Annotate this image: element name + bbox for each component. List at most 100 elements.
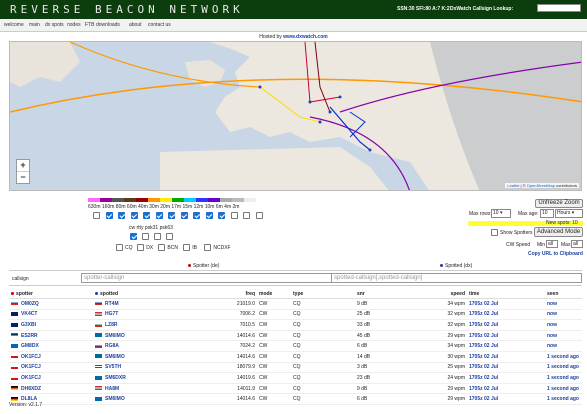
- show-spotters-checkbox[interactable]: [491, 229, 498, 236]
- osm-link[interactable]: OpenStreetMap: [527, 183, 555, 188]
- cell-spotted[interactable]: SM6DXR: [93, 372, 185, 384]
- cell-time[interactable]: 1705z 02 Jul: [467, 319, 545, 331]
- col-snr[interactable]: snr: [355, 289, 409, 299]
- cell-spotter[interactable]: ES2RR: [9, 330, 93, 342]
- band-checkbox[interactable]: [218, 212, 225, 219]
- mode-checkbox[interactable]: [166, 233, 173, 240]
- table-row[interactable]: VK4CT HG7T 7006.2 CW CQ 25 dB 32 wpm 1705z 02 J…: [9, 309, 582, 321]
- max-age-unit-select[interactable]: Hours ▾: [555, 209, 583, 218]
- band-checkbox[interactable]: [143, 212, 150, 219]
- col-speed[interactable]: speed: [409, 289, 467, 299]
- type-checkbox[interactable]: [158, 244, 166, 251]
- band-checkbox[interactable]: [93, 212, 100, 219]
- col-spotter[interactable]: spotter: [9, 289, 93, 299]
- max-age-value-select[interactable]: 10: [540, 209, 554, 218]
- band-checkbox[interactable]: [205, 212, 213, 219]
- nav-welcome[interactable]: welcome: [4, 22, 24, 28]
- cell-spotted[interactable]: RT4M: [93, 298, 185, 310]
- cw-min-input[interactable]: all: [546, 240, 558, 248]
- cell-spotted[interactable]: LZ8R: [93, 319, 185, 331]
- nav-dx-spots[interactable]: dx spots: [45, 22, 64, 28]
- cell-spotted[interactable]: HG7T: [93, 309, 185, 321]
- col-time[interactable]: time: [467, 289, 545, 299]
- band-checkbox[interactable]: [118, 212, 125, 219]
- cell-time[interactable]: 1705z 02 Jul: [467, 351, 545, 363]
- band-checkbox[interactable]: [255, 212, 263, 219]
- band-checkbox[interactable]: [130, 212, 138, 219]
- nav-about[interactable]: about: [129, 22, 142, 28]
- flag-icon: [11, 365, 18, 370]
- mode-checkbox[interactable]: [142, 233, 149, 240]
- cell-spotter[interactable]: G3XBI: [9, 319, 93, 331]
- cell-time[interactable]: 1705z 02 Jul: [467, 298, 545, 310]
- mode-checkbox[interactable]: [154, 233, 161, 240]
- cell-spotter[interactable]: DH8XDZ: [9, 383, 93, 395]
- mode-checkbox[interactable]: [130, 233, 137, 240]
- zoom-in-button[interactable]: +: [17, 160, 29, 171]
- col-mode[interactable]: mode: [257, 289, 291, 299]
- nav-nodes[interactable]: nodes: [67, 22, 81, 28]
- band-checkbox[interactable]: [230, 212, 238, 219]
- cell-spotter[interactable]: OK1FCJ: [9, 351, 93, 363]
- site-logo[interactable]: REVERSE BEACON NETWORK: [10, 3, 244, 16]
- dxwatch-link[interactable]: www.dxwatch.com: [283, 34, 328, 40]
- cell-spotter[interactable]: OM0ZQ: [9, 298, 93, 310]
- cell-time[interactable]: 1705z 02 Jul: [467, 362, 545, 374]
- cell-spotter[interactable]: OK1FCJ: [9, 372, 93, 384]
- spotted-callsign-input[interactable]: spotted-callsign[,spotted-callsign]: [331, 273, 582, 283]
- cell-seen: 1 second ago: [545, 372, 582, 384]
- type-checkbox[interactable]: [116, 244, 123, 251]
- nav-contact-us[interactable]: contact us: [148, 22, 171, 28]
- cell-time[interactable]: 1705z 02 Jul: [467, 393, 545, 405]
- cell-spotter[interactable]: GM8DX: [9, 340, 93, 352]
- table-row[interactable]: ES2RR SM6IMO 14014.6 CW CQ 45 dB 29 wpm 1705z 0…: [9, 330, 582, 342]
- type-checkbox[interactable]: [137, 244, 145, 251]
- copy-url-link[interactable]: Copy URL to Clipboard: [528, 251, 583, 257]
- zoom-out-button[interactable]: −: [17, 171, 29, 183]
- cell-time[interactable]: 1705z 02 Jul: [467, 309, 545, 321]
- cell-time[interactable]: 1705z 02 Jul: [467, 372, 545, 384]
- col-spotted[interactable]: spotted: [93, 289, 185, 299]
- table-row[interactable]: G3XBI LZ8R 7010.5 CW CQ 33 dB 32 wpm 1705z 02 J…: [9, 319, 582, 331]
- table-row[interactable]: OK1FCJ SV5TH 18079.9 CW CQ 3 dB 25 wpm 1705z 02…: [9, 362, 582, 374]
- cell-time[interactable]: 1705z 02 Jul: [467, 383, 545, 395]
- band-checkbox[interactable]: [193, 212, 200, 219]
- nav-downloads[interactable]: downloads: [96, 22, 120, 28]
- band-checkbox[interactable]: [180, 212, 188, 219]
- dx-lookup-input[interactable]: [537, 4, 581, 12]
- type-checkbox[interactable]: [204, 244, 212, 251]
- cell-spotted[interactable]: SV5TH: [93, 362, 185, 374]
- table-row[interactable]: DL8LA SM6IMO 14014.6 CW CQ 6 dB 29 wpm 1705z 02…: [9, 393, 582, 405]
- table-row[interactable]: DH8XDZ HA8M 14011.9 CW CQ 9 dB 29 wpm 1705z 02 …: [9, 383, 582, 395]
- table-row[interactable]: OK1FCJ SM6IMO 14014.6 CW CQ 14 dB 30 wpm 1705z …: [9, 351, 582, 363]
- band-checkbox[interactable]: [155, 212, 163, 219]
- col-freq[interactable]: freq: [185, 289, 257, 299]
- cell-spotted[interactable]: SM6IMO: [93, 351, 185, 363]
- col-type[interactable]: type: [291, 289, 355, 299]
- cell-time[interactable]: 1705z 02 Jul: [467, 330, 545, 342]
- table-row[interactable]: OK1FCJ SM6DXR 14019.6 CW CQ 23 dB 24 wpm 1705z …: [9, 372, 582, 384]
- max-rows-select[interactable]: 10 ▾: [491, 209, 511, 218]
- cell-spotted[interactable]: HA8M: [93, 383, 185, 395]
- band-checkbox[interactable]: [168, 212, 175, 219]
- cell-spotter[interactable]: VK4CT: [9, 309, 93, 321]
- nav-ftb[interactable]: FTB: [85, 22, 94, 28]
- type-checkbox[interactable]: [183, 244, 191, 251]
- table-row[interactable]: OM0ZQ RT4M 21019.0 CW CQ 9 dB 34 wpm 1705z 02 J…: [9, 298, 582, 310]
- spotter-callsign-input[interactable]: spotter-callsign: [81, 273, 339, 283]
- cell-spotted[interactable]: RG8A: [93, 340, 185, 352]
- band-checkbox[interactable]: [243, 212, 250, 219]
- cell-spotted[interactable]: SM6IMO: [93, 330, 185, 342]
- spot-map[interactable]: + − Leaflet | © OpenStreetMap contributo…: [9, 41, 582, 191]
- col-seen[interactable]: seen: [545, 289, 582, 299]
- cell-spotter[interactable]: OK1FCJ: [9, 362, 93, 374]
- table-row[interactable]: GM8DX RG8A 7024.2 CW CQ 6 dB 34 wpm 1705z 02 Ju…: [9, 340, 582, 352]
- cell-time[interactable]: 1705z 02 Jul: [467, 340, 545, 352]
- cell-spotted[interactable]: SM6IMO: [93, 393, 185, 405]
- unfreeze-zoom-button[interactable]: Unfreeze Zoom: [535, 199, 583, 208]
- advanced-mode-button[interactable]: Advanced Mode: [534, 227, 583, 237]
- band-checkbox[interactable]: [105, 212, 113, 219]
- cw-max-input[interactable]: all: [571, 240, 583, 248]
- nav-main[interactable]: main: [29, 22, 40, 28]
- leaflet-link[interactable]: Leaflet: [507, 183, 519, 188]
